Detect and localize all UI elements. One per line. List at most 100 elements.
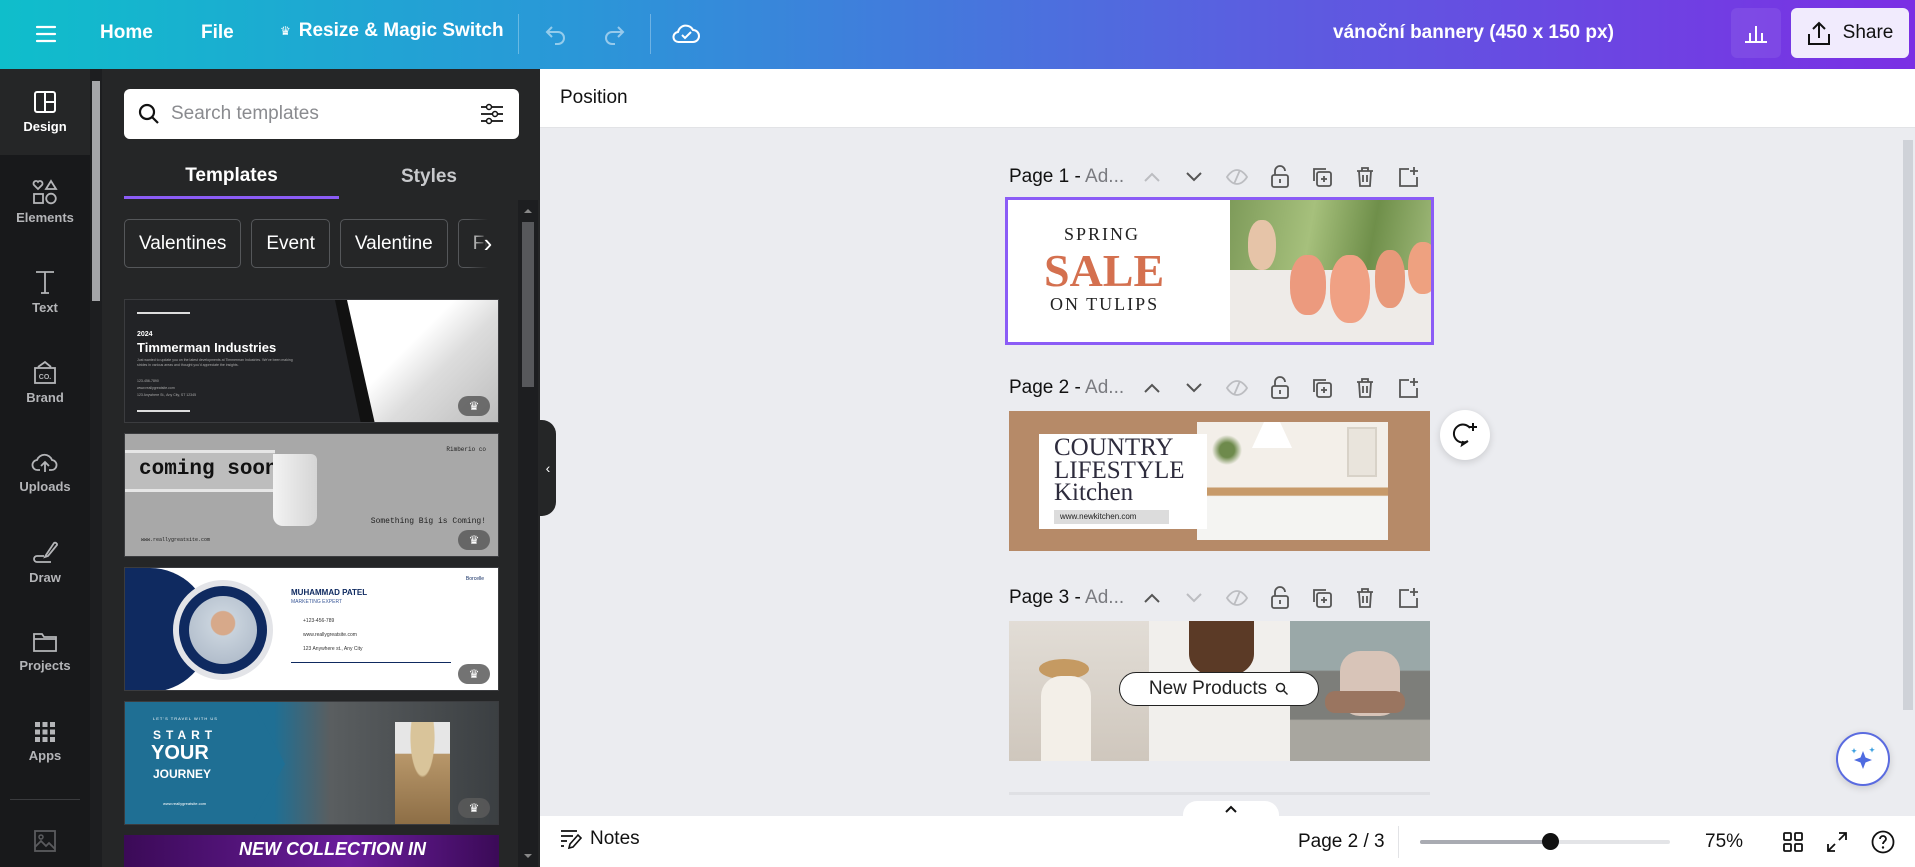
lock-button[interactable] [1258,580,1301,616]
duplicate-page-button[interactable] [1301,370,1344,406]
notes-button[interactable]: Notes [560,828,640,850]
page-indicator[interactable]: Page 2 / 3 [1298,831,1385,853]
duplicate-page-button[interactable] [1301,159,1344,195]
main-menu-button[interactable] [30,18,62,50]
undo-button[interactable] [538,16,574,52]
delete-page-button[interactable] [1344,370,1387,406]
move-up-button[interactable] [1130,159,1173,195]
duplicate-icon [1313,379,1333,398]
rail-item-text[interactable]: Text [0,249,90,335]
tab-styles[interactable]: Styles [339,155,519,199]
expand-icon [1827,832,1847,852]
page-1-line3: ON TULIPS [1050,294,1160,314]
hide-page-button[interactable] [1216,159,1259,195]
page-2-canvas[interactable]: COUNTRY LIFESTYLE Kitchen www.newkitchen… [1009,411,1430,551]
template-card[interactable]: MUHAMMAD PATEL MARKETING EXPERT +123-456… [124,567,499,691]
eye-off-icon [1225,590,1249,606]
filter-button[interactable] [477,99,507,129]
rail-scrollbar[interactable] [90,69,102,867]
magic-assistant-button[interactable] [1836,732,1890,786]
rail-item-draw[interactable]: Draw [0,519,90,605]
new-products-text: New Products [1148,678,1268,699]
zoom-slider-fill [1420,840,1550,844]
premium-crown-icon: ♛ [458,396,490,416]
notes-icon [561,830,582,850]
panel-scrollbar[interactable] [518,200,538,867]
position-button[interactable]: Position [560,87,628,109]
lock-button[interactable] [1258,370,1301,406]
page-title[interactable]: Page 1 - Ad... [1009,166,1130,188]
chevron-left-icon: ‹ [545,460,551,476]
page-3-canvas[interactable]: New Products [1009,621,1430,761]
tab-templates[interactable]: Templates [124,155,339,199]
redo-button[interactable] [596,16,632,52]
page-title[interactable]: Page 2 - Ad... [1009,377,1130,399]
help-button[interactable] [1868,827,1898,857]
page-2-line3: Kitchen [1054,479,1134,506]
zoom-slider[interactable] [1420,833,1670,850]
search-box [124,89,519,139]
paper-curl [273,454,317,526]
notes-label: Notes [590,828,640,849]
add-page-button[interactable] [1386,159,1429,195]
chips-scroll-right-button[interactable]: › [468,219,508,268]
chip-event[interactable]: Event [251,219,330,268]
rail-item-elements[interactable]: Elements [0,159,90,245]
rail-item-uploads[interactable]: Uploads [0,429,90,515]
collapse-panel-button[interactable]: ‹ [540,420,556,516]
grid-view-button[interactable] [1778,827,1808,857]
chip-valentines[interactable]: Valentines [124,219,242,268]
delete-page-button[interactable] [1344,159,1387,195]
hide-page-button[interactable] [1216,370,1259,406]
template-role: MARKETING EXPERT [291,599,343,605]
duplicate-page-button[interactable] [1301,580,1344,616]
move-up-button[interactable] [1130,580,1173,616]
page-title[interactable]: Page 3 - Ad... [1009,587,1130,609]
template-card[interactable]: coming soon Rimberio co Something Big is… [124,433,499,557]
new-products-pill: New Products [1119,672,1319,706]
page-1-canvas[interactable]: SPRING SALE ON TULIPS [1005,197,1434,345]
scrollbar-thumb[interactable] [92,81,100,301]
zoom-level[interactable]: 75% [1705,831,1743,853]
rail-item-brand[interactable]: CO. Brand [0,339,90,425]
move-down-button[interactable] [1173,370,1216,406]
rail-item-design[interactable]: Design [0,69,90,155]
fullscreen-button[interactable] [1822,827,1852,857]
home-menu[interactable]: Home [100,22,153,44]
add-comment-button[interactable] [1440,410,1490,460]
add-page-button[interactable] [1386,580,1429,616]
resize-button[interactable]: ♛ Resize & Magic Switch [280,20,504,42]
comment-add-icon [1452,423,1477,448]
cloud-save-status[interactable] [668,15,704,51]
chip-valentine[interactable]: Valentine [339,219,448,268]
template-kicker: LET'S TRAVEL WITH US [153,716,218,721]
chevron-up-icon [1143,383,1160,393]
add-page-button[interactable] [1386,370,1429,406]
insights-button[interactable] [1731,8,1781,58]
page-2-site: www.newkitchen.com [1054,510,1169,524]
rail-item-projects[interactable]: Projects [0,609,90,695]
delete-page-button[interactable] [1344,580,1387,616]
show-pages-button[interactable] [1183,801,1279,817]
apps-grid-icon [35,722,55,742]
cloud-upload-icon [31,453,58,472]
share-button[interactable]: Share [1791,8,1909,58]
rail-item-photos[interactable] [0,819,90,867]
move-down-button[interactable] [1173,580,1216,616]
canvas-scrollbar[interactable] [1901,128,1915,800]
move-up-button[interactable] [1130,370,1173,406]
design-title[interactable]: vánoční bannery (450 x 150 px) [1333,22,1614,44]
lock-button[interactable] [1258,159,1301,195]
search-input[interactable] [171,103,461,125]
scrollbar-thumb[interactable] [522,222,534,387]
move-down-button[interactable] [1173,159,1216,195]
template-line1: START [153,728,218,742]
hide-page-button[interactable] [1216,580,1259,616]
zoom-slider-handle[interactable] [1542,833,1559,850]
file-menu[interactable]: File [201,22,234,44]
template-card[interactable]: NEW COLLECTION IN [124,835,499,867]
template-card[interactable]: 2024 Timmerman Industries Just wanted to… [124,299,499,423]
rail-item-apps[interactable]: Apps [0,699,90,785]
template-card[interactable]: LET'S TRAVEL WITH US START YOUR JOURNEY … [124,701,499,825]
scrollbar-thumb[interactable] [1903,140,1913,710]
